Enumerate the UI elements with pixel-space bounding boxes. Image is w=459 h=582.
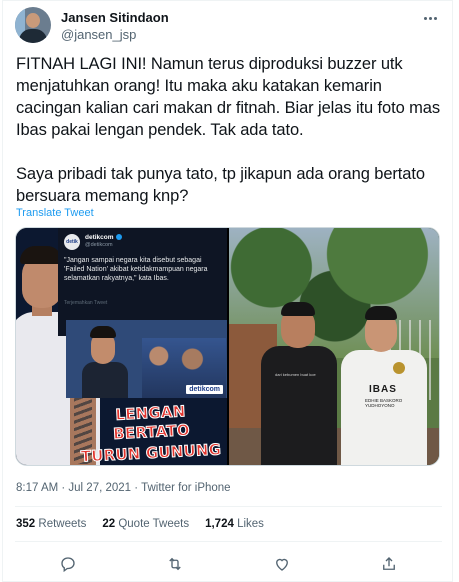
post-translate: Terjemahkan Tweet [64,300,108,306]
jersey-logo [393,362,405,374]
share-button[interactable] [376,553,402,575]
overlay-line-1: LENGAN BERTATO [112,402,191,444]
tweet-card: Jansen Sitindaon @jansen_jsp FITNAH LAGI… [2,0,453,582]
likes-stat[interactable]: 1,724 Likes [205,518,264,530]
avatar[interactable] [15,7,51,43]
overlay-caption: LENGAN BERTATO TURUN GUNUNG [76,402,226,465]
retweets-stat[interactable]: 352 Retweets [16,518,86,530]
author-display-name[interactable]: Jansen Sitindaon [61,9,169,26]
action-bar [15,552,442,576]
likes-count: 1,724 [205,518,234,530]
post-quote: "Jangan sampai negara kita disebut sebag… [64,257,210,282]
like-button[interactable] [269,553,295,575]
translate-tweet-link[interactable]: Translate Tweet [16,207,94,219]
author-names: Jansen Sitindaon @jansen_jsp [61,9,169,43]
quotes-count: 22 [102,518,116,530]
likes-label: Likes [237,518,264,530]
media-image[interactable]: detik detikcom @detikcom "Jangan sampai … [15,227,440,466]
tweet-header: Jansen Sitindaon @jansen_jsp [15,7,442,45]
post-name: detikcom [85,234,122,241]
suited-man-figure [82,326,128,398]
tweet-timestamp[interactable]: 8:17 AM · Jul 27, 2021 · Twitter for iPh… [16,482,231,494]
author-handle[interactable]: @jansen_jsp [61,26,169,43]
tweet-text: FITNAH LAGI INI! Namun terus diproduksi … [16,55,441,205]
more-icon[interactable] [418,9,442,27]
jersey-text: IBAS [369,384,397,395]
detik-badge: detikcom [186,385,223,394]
embedded-photo: detikcom [66,320,227,398]
retweets-label: Retweets [38,518,87,530]
verified-icon [115,234,122,241]
avatar-head [26,13,40,28]
man-black-shirt: dari kebumen buat koe [255,302,341,465]
quotes-stat[interactable]: 22 Quote Tweets [102,518,189,530]
divider [15,541,442,542]
post-handle: @detikcom [85,242,113,248]
shirt-text: dari kebumen buat koe [275,372,316,377]
quotes-label: Quote Tweets [118,518,190,530]
retweet-button[interactable] [162,553,188,575]
post-avatar: detik [64,234,80,250]
divider [15,506,442,507]
retweet-icon [169,557,181,571]
man-white-jersey: IBAS EDHIE BASKORO YUDHOYONO [337,306,429,465]
media-left-panel: detik detikcom @detikcom "Jangan sampai … [16,228,227,465]
reply-icon [61,557,76,573]
jersey-subtext: EDHIE BASKORO YUDHOYONO [365,398,403,408]
like-icon [275,558,288,571]
media-right-panel: dari kebumen buat koe IBAS EDHIE BASKORO… [229,228,439,465]
reply-button[interactable] [55,553,81,575]
avatar-body [19,29,47,43]
retweets-count: 352 [16,518,36,530]
tweet-stats: 352 Retweets 22 Quote Tweets 1,724 Likes [16,518,264,530]
share-icon [382,557,395,570]
